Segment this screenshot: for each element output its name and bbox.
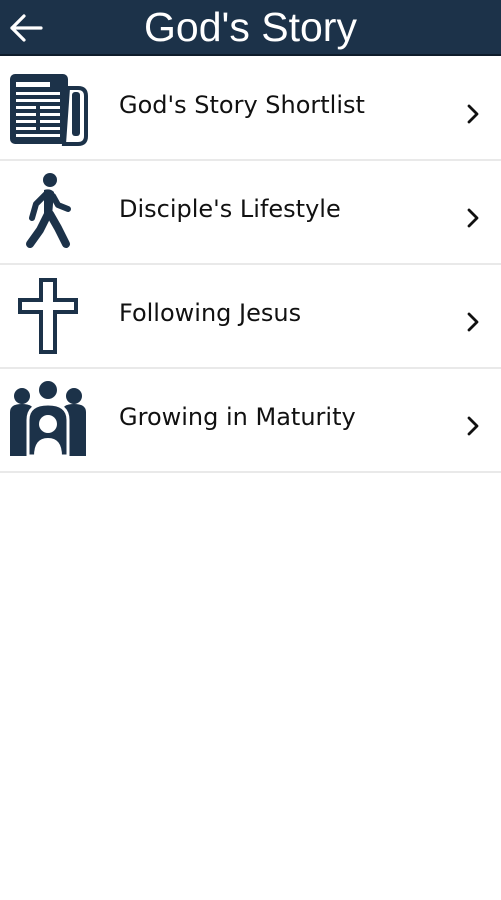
chevron-right-icon	[467, 416, 479, 436]
menu-item-label: God's Story Shortlist	[119, 91, 365, 119]
walking-person-icon	[8, 172, 88, 252]
menu-item-following-jesus[interactable]: Following Jesus	[0, 265, 501, 369]
chevron-right-icon	[467, 104, 479, 124]
menu-item-label: Following Jesus	[119, 299, 302, 327]
menu-item-label: Disciple's Lifestyle	[119, 195, 341, 223]
app-screen: God's Story God's Story Shortlist Discip…	[0, 0, 501, 900]
arrow-left-icon	[10, 14, 43, 42]
menu-item-label: Growing in Maturity	[119, 403, 356, 431]
menu-item-gods-story-shortlist[interactable]: God's Story Shortlist	[0, 57, 501, 161]
menu-item-disciples-lifestyle[interactable]: Disciple's Lifestyle	[0, 161, 501, 265]
cross-icon	[8, 276, 88, 356]
menu-list: God's Story Shortlist Disciple's Lifesty…	[0, 57, 501, 473]
menu-item-growing-in-maturity[interactable]: Growing in Maturity	[0, 369, 501, 473]
page-title: God's Story	[144, 4, 357, 50]
chevron-right-icon	[467, 312, 479, 332]
chevron-right-icon	[467, 208, 479, 228]
app-bar: God's Story	[0, 0, 501, 56]
back-button[interactable]	[4, 6, 48, 50]
newspaper-icon	[8, 68, 88, 148]
group-people-icon	[8, 380, 88, 460]
